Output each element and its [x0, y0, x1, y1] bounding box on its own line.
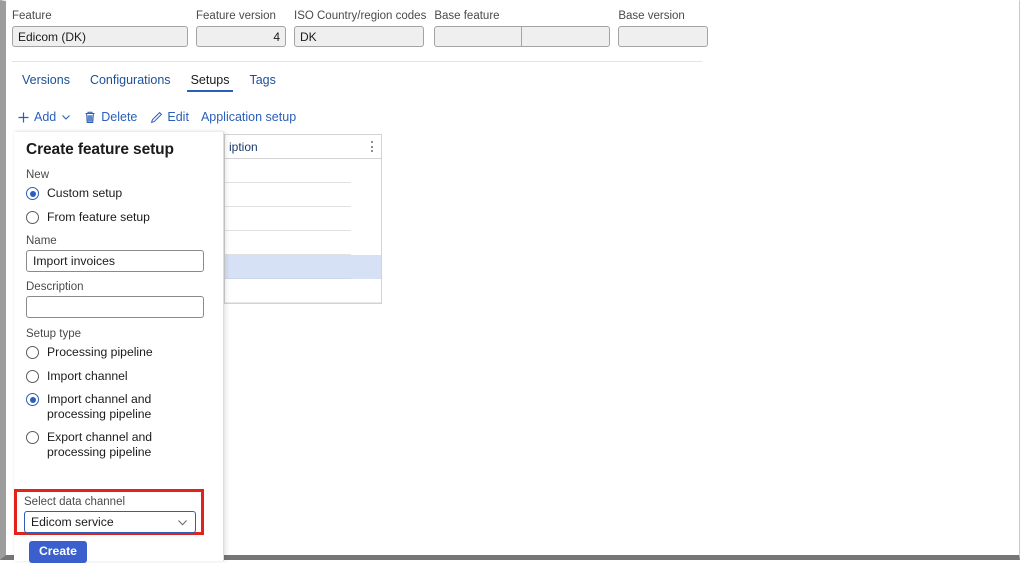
page-root: Feature Edicom (DK) Feature version 4 IS… — [6, 1, 1019, 563]
vertical-dots-icon[interactable] — [371, 141, 373, 152]
radio-import-channel-and-processing-pipeline[interactable]: Import channel and processing pipeline — [26, 392, 211, 421]
field-feature-version-label: Feature version — [196, 10, 276, 22]
radio-processing-pipeline-label: Processing pipeline — [47, 345, 153, 359]
tab-tags[interactable]: Tags — [239, 69, 285, 92]
radio-export-channel-and-processing-pipeline[interactable]: Export channel and processing pipeline — [26, 430, 211, 459]
new-group-label: New — [26, 169, 50, 181]
name-label: Name — [26, 235, 57, 247]
application-window: Feature Edicom (DK) Feature version 4 IS… — [0, 0, 1020, 563]
select-data-channel-label: Select data channel — [24, 496, 126, 508]
name-field-block: Name Import invoices — [26, 235, 211, 272]
radio-from-feature-setup[interactable]: From feature setup — [26, 210, 211, 225]
radio-custom-setup[interactable]: Custom setup — [26, 186, 211, 201]
table-row[interactable] — [225, 159, 381, 183]
field-feature: Feature Edicom (DK) — [12, 9, 188, 47]
radio-icon-unchecked — [26, 346, 39, 359]
field-base-version-input[interactable] — [618, 26, 709, 47]
radio-import-channel-and-processing-pipeline-label: Import channel and processing pipeline — [47, 392, 152, 421]
field-base-feature-pair — [434, 26, 611, 47]
table-row[interactable] — [225, 279, 381, 303]
edit-button-label: Edit — [167, 110, 189, 124]
header-divider — [12, 61, 702, 62]
trash-icon — [83, 110, 97, 124]
name-input[interactable]: Import invoices — [26, 250, 204, 272]
chevron-down-icon — [61, 112, 71, 122]
description-field-block: Description — [26, 281, 211, 318]
dialog-title: Create feature setup — [26, 141, 174, 158]
description-label: Description — [26, 281, 84, 293]
radio-from-feature-setup-label: From feature setup — [47, 209, 150, 224]
edit-button[interactable]: Edit — [145, 108, 197, 126]
radio-import-channel[interactable]: Import channel — [26, 369, 211, 384]
field-base-feature-input-secondary[interactable] — [522, 26, 611, 47]
field-iso-country-codes-input[interactable]: DK — [294, 26, 424, 47]
add-button-label: Add — [34, 110, 57, 124]
field-iso-country-codes-label: ISO Country/region codes — [294, 10, 427, 22]
table-row-selected[interactable] — [225, 255, 381, 279]
field-iso-country-codes: ISO Country/region codes DK — [294, 9, 426, 47]
field-feature-version-input[interactable]: 4 — [196, 26, 286, 47]
plus-icon — [16, 110, 30, 124]
create-feature-setup-dialog: Create feature setup New Custom setup Fr… — [14, 132, 224, 563]
radio-processing-pipeline[interactable]: Processing pipeline — [26, 345, 211, 360]
chevron-down-icon — [176, 516, 189, 529]
radio-icon-unchecked — [26, 431, 39, 444]
toolbar: Add Delete Edit Application setup — [12, 105, 304, 129]
tab-versions[interactable]: Versions — [12, 69, 80, 92]
grid-header-row: iption — [225, 135, 381, 159]
field-base-feature: Base feature — [434, 9, 611, 47]
select-data-channel-highlight: Select data channel Edicom service — [14, 489, 204, 535]
radio-icon-unchecked — [26, 369, 39, 383]
pencil-icon — [149, 110, 163, 124]
setup-type-label: Setup type — [26, 328, 81, 340]
application-setup-label: Application setup — [200, 110, 297, 124]
header-fields: Feature Edicom (DK) Feature version 4 IS… — [12, 9, 712, 57]
field-base-feature-input[interactable] — [434, 26, 523, 47]
radio-icon-checked — [26, 393, 39, 406]
radio-export-channel-and-processing-pipeline-label: Export channel and processing pipeline — [47, 430, 153, 459]
add-button[interactable]: Add — [12, 108, 79, 126]
field-base-feature-label: Base feature — [434, 10, 500, 22]
radio-import-channel-label: Import channel — [47, 368, 128, 383]
select-data-channel-block: Select data channel Edicom service — [17, 492, 201, 533]
table-row[interactable] — [225, 207, 381, 231]
radio-icon-unchecked — [26, 210, 39, 224]
radio-icon-checked — [26, 187, 39, 200]
tab-setups[interactable]: Setups — [181, 69, 240, 92]
grid-column-header-description: iption — [229, 139, 258, 154]
tab-configurations[interactable]: Configurations — [80, 69, 181, 92]
field-base-version: Base version — [618, 9, 709, 47]
field-base-version-label: Base version — [618, 10, 685, 22]
select-data-channel-value: Edicom service — [31, 515, 114, 529]
table-row[interactable] — [225, 183, 381, 207]
select-data-channel-dropdown[interactable]: Edicom service — [24, 511, 196, 533]
field-feature-version: Feature version 4 — [196, 9, 286, 47]
application-setup-button[interactable]: Application setup — [197, 108, 304, 126]
field-feature-input[interactable]: Edicom (DK) — [12, 26, 188, 47]
table-row[interactable] — [225, 231, 381, 255]
delete-button[interactable]: Delete — [79, 108, 145, 126]
radio-custom-setup-label: Custom setup — [47, 186, 123, 200]
tabstrip: Versions Configurations Setups Tags — [12, 67, 286, 93]
delete-button-label: Delete — [101, 110, 138, 124]
setups-grid: iption — [224, 134, 382, 304]
description-input[interactable] — [26, 296, 204, 318]
field-feature-label: Feature — [12, 10, 52, 22]
